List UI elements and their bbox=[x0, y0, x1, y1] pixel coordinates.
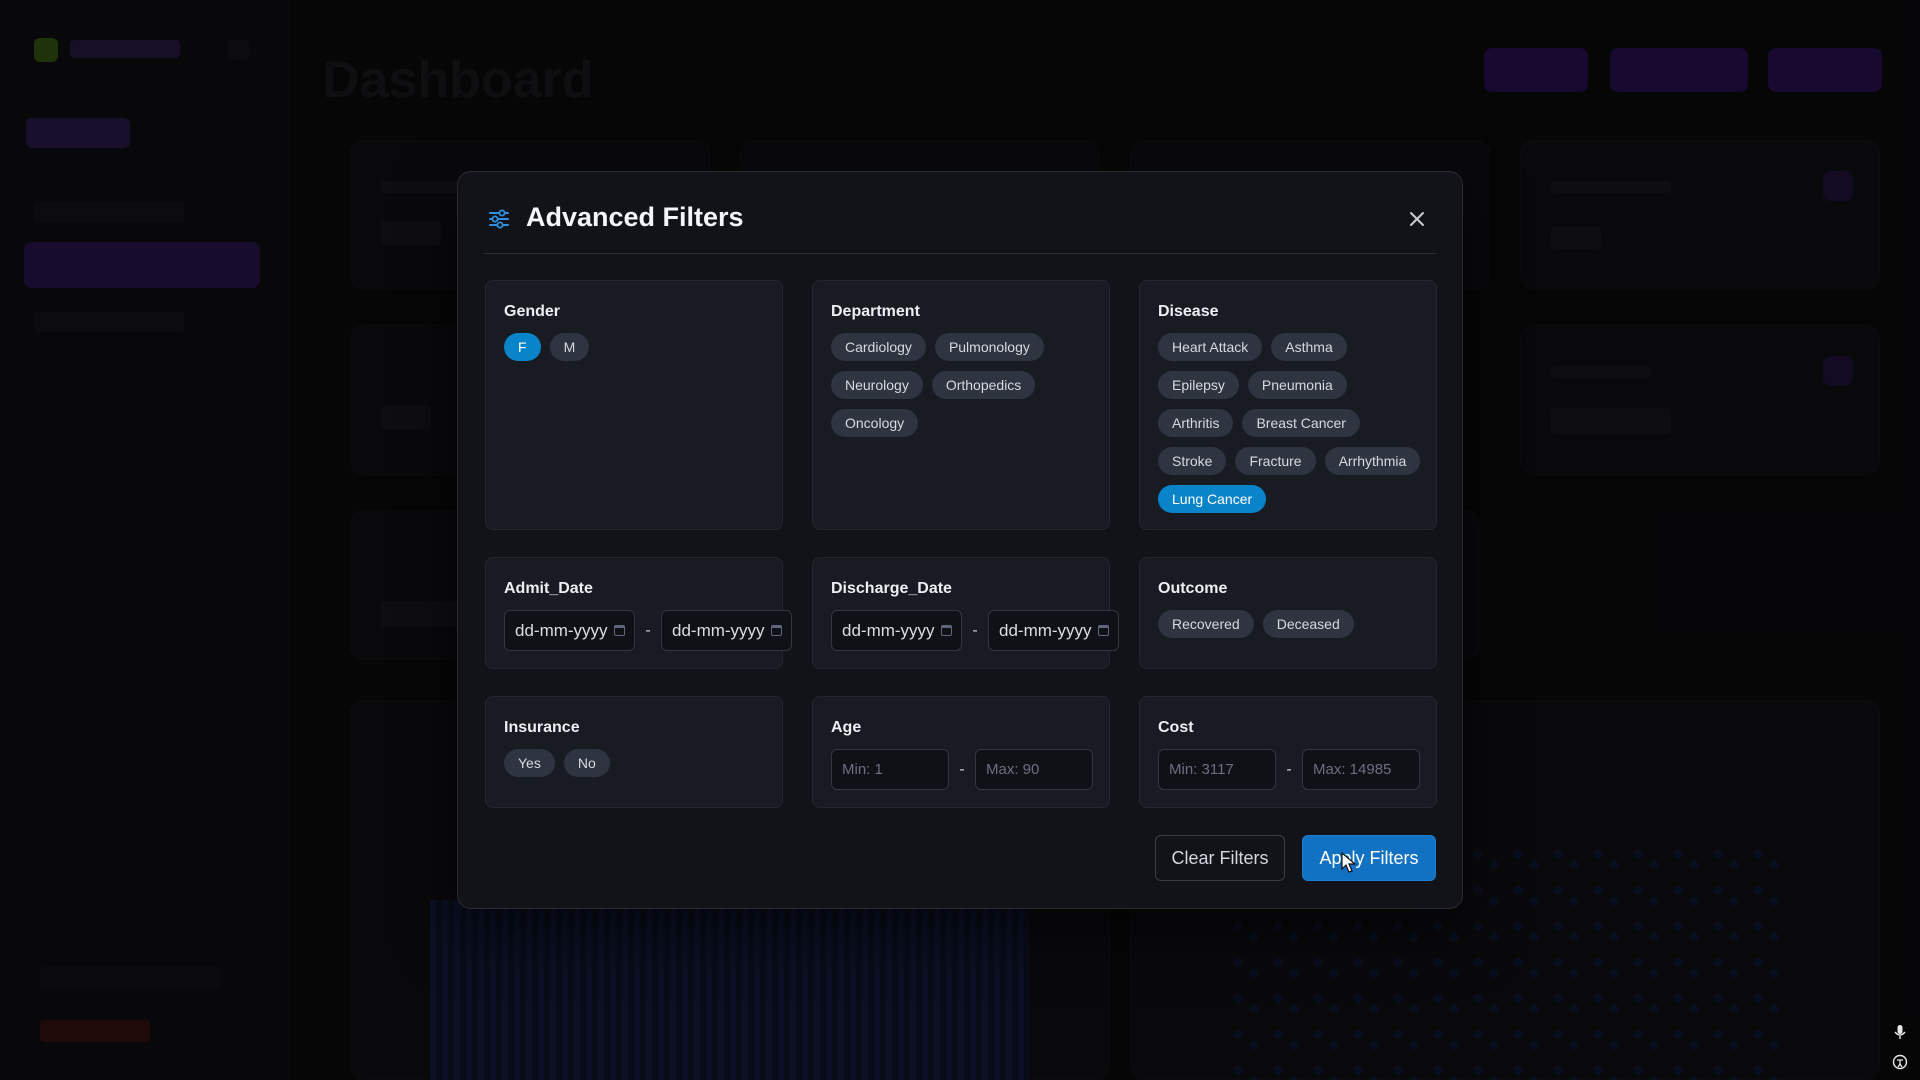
chip-disease-arrhythmia[interactable]: Arrhythmia bbox=[1324, 447, 1421, 475]
chip-outcome-recovered[interactable]: Recovered bbox=[1158, 610, 1254, 638]
chip-department-neurology[interactable]: Neurology bbox=[831, 371, 923, 399]
age-min-input[interactable] bbox=[831, 749, 949, 790]
sliders-icon bbox=[488, 208, 510, 230]
range-separator: - bbox=[959, 760, 965, 778]
chip-disease-asthma[interactable]: Asthma bbox=[1271, 333, 1347, 361]
chip-disease-stroke[interactable]: Stroke bbox=[1158, 447, 1227, 475]
chip-disease-heart-attack[interactable]: Heart Attack bbox=[1158, 333, 1263, 361]
date-range: dd-mm-yyyy - dd-mm-yyyy bbox=[831, 610, 1119, 651]
chip-insurance-yes[interactable]: Yes bbox=[504, 749, 555, 777]
mouse-cursor-icon bbox=[1341, 851, 1357, 874]
modal-header: Advanced Filters bbox=[484, 202, 1436, 254]
chip-disease-pneumonia[interactable]: Pneumonia bbox=[1247, 371, 1347, 399]
filter-disease: Disease Heart Attack Asthma Epilepsy Pneumo… bbox=[1139, 280, 1437, 530]
filter-label: Cost bbox=[1158, 719, 1194, 736]
chip-disease-fracture[interactable]: Fracture bbox=[1235, 447, 1316, 475]
discharge-date-from-input[interactable]: dd-mm-yyyy bbox=[831, 610, 962, 651]
chip-outcome-deceased[interactable]: Deceased bbox=[1262, 610, 1354, 638]
range-separator: - bbox=[645, 621, 651, 639]
calendar-icon[interactable] bbox=[614, 625, 625, 636]
filter-label: Insurance bbox=[504, 719, 580, 736]
calendar-icon[interactable] bbox=[771, 625, 782, 636]
filter-label: Discharge_Date bbox=[831, 580, 952, 597]
advanced-filters-modal: Advanced Filters Gender FM Department Ca… bbox=[457, 171, 1463, 909]
filter-outcome: Outcome Recovered Deceased bbox=[1139, 557, 1437, 669]
apply-filters-button[interactable]: Apply Filters bbox=[1302, 835, 1436, 881]
filter-age: Age - bbox=[812, 696, 1110, 808]
filter-label: Gender bbox=[504, 303, 561, 320]
chip-disease-breast-cancer[interactable]: Breast Cancer bbox=[1242, 409, 1360, 437]
filter-label: Admit_Date bbox=[504, 580, 593, 597]
filter-gender: Gender FM bbox=[485, 280, 783, 530]
discharge-date-to-input[interactable]: dd-mm-yyyy bbox=[988, 610, 1119, 651]
chip-insurance-no[interactable]: No bbox=[563, 749, 610, 777]
cost-max-input[interactable] bbox=[1302, 749, 1420, 790]
chip-gender-m[interactable]: M bbox=[549, 333, 590, 361]
age-max-input[interactable] bbox=[975, 749, 1093, 790]
date-placeholder: dd-mm-yyyy bbox=[515, 620, 608, 640]
date-placeholder: dd-mm-yyyy bbox=[842, 620, 935, 640]
modal-title: Advanced Filters bbox=[526, 202, 744, 232]
chip-department-oncology[interactable]: Oncology bbox=[831, 409, 919, 437]
date-range: dd-mm-yyyy - dd-mm-yyyy bbox=[504, 610, 792, 651]
filter-label: Outcome bbox=[1158, 580, 1228, 597]
admit-date-to-input[interactable]: dd-mm-yyyy bbox=[661, 610, 792, 651]
chip-group-department: Cardiology Pulmonology Neurology Orthopedic… bbox=[831, 333, 1095, 437]
filter-label: Disease bbox=[1158, 303, 1219, 320]
cost-min-input[interactable] bbox=[1158, 749, 1276, 790]
filter-admit-date: Admit_Date dd-mm-yyyy - dd-mm-yyyy bbox=[485, 557, 792, 669]
chip-group-insurance: Yes No bbox=[504, 749, 768, 777]
range-separator: - bbox=[972, 621, 978, 639]
calendar-icon[interactable] bbox=[941, 625, 952, 636]
chip-group-outcome: Recovered Deceased bbox=[1158, 610, 1422, 638]
chip-department-orthopedics[interactable]: Orthopedics bbox=[931, 371, 1036, 399]
range-separator: - bbox=[1286, 760, 1292, 778]
chip-disease-lung-cancer[interactable]: Lung Cancer bbox=[1158, 485, 1267, 513]
date-placeholder: dd-mm-yyyy bbox=[999, 620, 1092, 640]
chip-group-gender: FM bbox=[504, 333, 768, 361]
accessibility-icon[interactable] bbox=[1892, 1054, 1908, 1070]
chip-gender-f[interactable]: F bbox=[504, 333, 541, 361]
calendar-icon[interactable] bbox=[1098, 625, 1109, 636]
chip-group-disease: Heart Attack Asthma Epilepsy Pneumonia Arthr… bbox=[1158, 333, 1422, 513]
close-icon[interactable] bbox=[1402, 204, 1432, 234]
date-placeholder: dd-mm-yyyy bbox=[672, 620, 765, 640]
chip-department-cardiology[interactable]: Cardiology bbox=[831, 333, 926, 361]
microphone-icon[interactable] bbox=[1892, 1024, 1908, 1040]
filter-label: Age bbox=[831, 719, 862, 736]
chip-disease-epilepsy[interactable]: Epilepsy bbox=[1158, 371, 1239, 399]
filter-label: Department bbox=[831, 303, 920, 320]
clear-filters-button[interactable]: Clear Filters bbox=[1155, 835, 1285, 881]
filter-cost: Cost - bbox=[1139, 696, 1437, 808]
admit-date-from-input[interactable]: dd-mm-yyyy bbox=[504, 610, 635, 651]
number-range: - bbox=[831, 749, 1093, 790]
chip-department-pulmonology[interactable]: Pulmonology bbox=[934, 333, 1044, 361]
chip-disease-arthritis[interactable]: Arthritis bbox=[1158, 409, 1234, 437]
filter-department: Department Cardiology Pulmonology Neurolog… bbox=[812, 280, 1110, 530]
filter-discharge-date: Discharge_Date dd-mm-yyyy - dd-mm-yyyy bbox=[812, 557, 1119, 669]
filter-insurance: Insurance Yes No bbox=[485, 696, 783, 808]
number-range: - bbox=[1158, 749, 1420, 790]
